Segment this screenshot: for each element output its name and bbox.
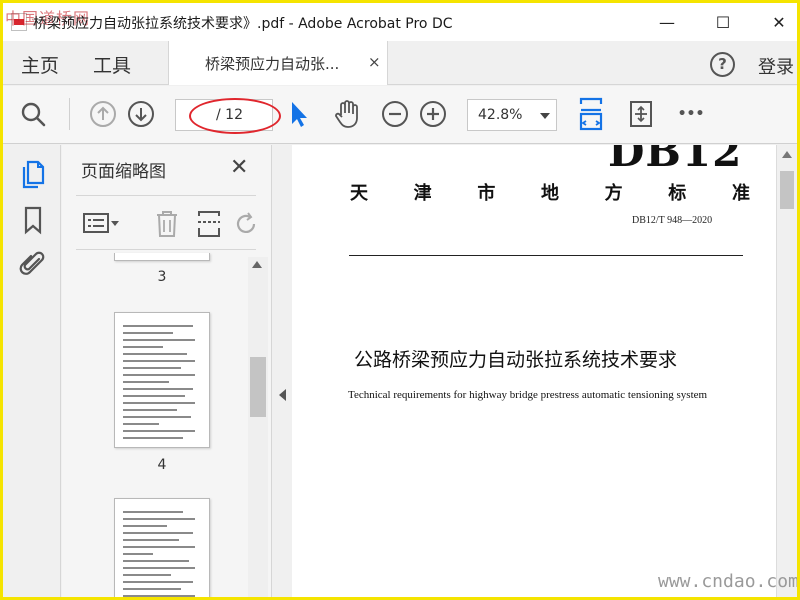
page-thumbnail-4[interactable] [114,312,210,448]
bookmark-icon[interactable] [19,205,47,235]
next-page-icon[interactable] [127,100,155,128]
panel-title: 页面缩略图 [81,162,166,182]
standard-code-large: DB12 [608,145,743,176]
attachment-icon[interactable] [19,249,47,279]
standard-char: 津 [413,183,432,204]
document-title-en: Technical requirements for highway bridg… [348,389,708,401]
navigation-rail [3,145,61,597]
panel-divider [76,249,256,250]
scroll-up-icon[interactable] [252,261,262,268]
help-icon[interactable]: ? [710,52,735,77]
panel-toolbar [76,199,256,249]
document-title-cn: 公路桥梁预应力自动张拉系统技术要求 [354,349,678,371]
thumbnail-scrollbar[interactable] [248,257,268,597]
toolbar-divider [69,98,70,130]
title-bar: 中国道桥网 桥梁预应力自动张拉系统技术要求》.pdf - Adobe Acrob… [3,3,797,41]
thumbnail-page-number: 3 [157,269,167,285]
standard-char: 准 [731,183,750,204]
panel-divider [76,195,256,196]
previous-page-icon[interactable] [89,100,117,128]
thumbnail-options-icon[interactable] [82,211,120,241]
minimize-button[interactable]: — [647,7,687,37]
zoom-level-value: 42.8% [478,107,523,123]
document-view: DB12 天 津 市 地 方 标 准 DB12/T 948—2020 公路桥梁预… [292,145,776,597]
insert-page-icon[interactable] [196,209,222,243]
more-tools-icon[interactable]: ••• [675,100,707,128]
login-button[interactable]: 登录 [758,53,794,79]
standard-char: 方 [604,183,623,204]
thumbnail-page-number: 4 [157,457,167,473]
fit-page-icon[interactable] [577,96,605,132]
chevron-down-icon [540,113,550,119]
app-window: 中国道桥网 桥梁预应力自动张拉系统技术要求》.pdf - Adobe Acrob… [0,0,800,600]
standard-char: 标 [668,183,687,204]
scrollbar-thumb[interactable] [250,357,266,417]
toolbar: / 12 42.8% ••• [3,86,797,144]
zoom-out-icon[interactable] [381,100,409,128]
close-window-button[interactable]: ✕ [759,7,797,37]
scrollbar-thumb[interactable] [780,171,794,209]
search-icon[interactable] [19,100,47,128]
tab-home[interactable]: 主页 [21,51,59,78]
rotate-view-icon[interactable] [627,100,655,128]
standard-char: 地 [540,183,559,204]
page-thumbnail-5[interactable] [114,498,210,597]
page-thumbnails-icon[interactable] [19,159,47,189]
standard-char: 天 [350,183,368,204]
close-panel-button[interactable]: ✕ [230,155,248,180]
standard-char: 市 [477,183,496,204]
close-tab-button[interactable]: × [368,53,381,71]
tab-bar: 主页 工具 桥梁预应力自动张... × ? 登录 [3,41,797,85]
document-tab-label: 桥梁预应力自动张... [205,55,340,73]
tab-tools[interactable]: 工具 [93,51,131,78]
rotate-page-icon[interactable] [234,211,258,241]
hand-tool-icon[interactable] [333,100,361,128]
collapse-panel-icon[interactable] [279,389,286,401]
page-thumbnails-panel: 页面缩略图 ✕ 3 4 [62,145,272,597]
maximize-button[interactable]: ☐ [703,7,743,37]
watermark-bottom: www.cndao.com [658,571,799,592]
header-rule [349,255,743,256]
delete-page-icon[interactable] [154,209,180,243]
tab-document[interactable]: 桥梁预应力自动张... × [168,41,388,85]
standard-type: 天 津 市 地 方 标 准 [350,179,750,205]
annotation-oval [189,98,281,134]
zoom-in-icon[interactable] [419,100,447,128]
standard-code: DB12/T 948—2020 [632,215,713,226]
window-title: 桥梁预应力自动张拉系统技术要求》.pdf - Adobe Acrobat Pro… [33,16,453,32]
document-scrollbar[interactable] [776,145,797,597]
select-cursor-icon[interactable] [285,100,313,128]
zoom-level-select[interactable]: 42.8% [467,99,557,131]
page-thumbnail-3[interactable] [114,253,210,261]
scroll-up-icon[interactable] [782,151,792,158]
panel-collapse-strip [273,145,291,597]
